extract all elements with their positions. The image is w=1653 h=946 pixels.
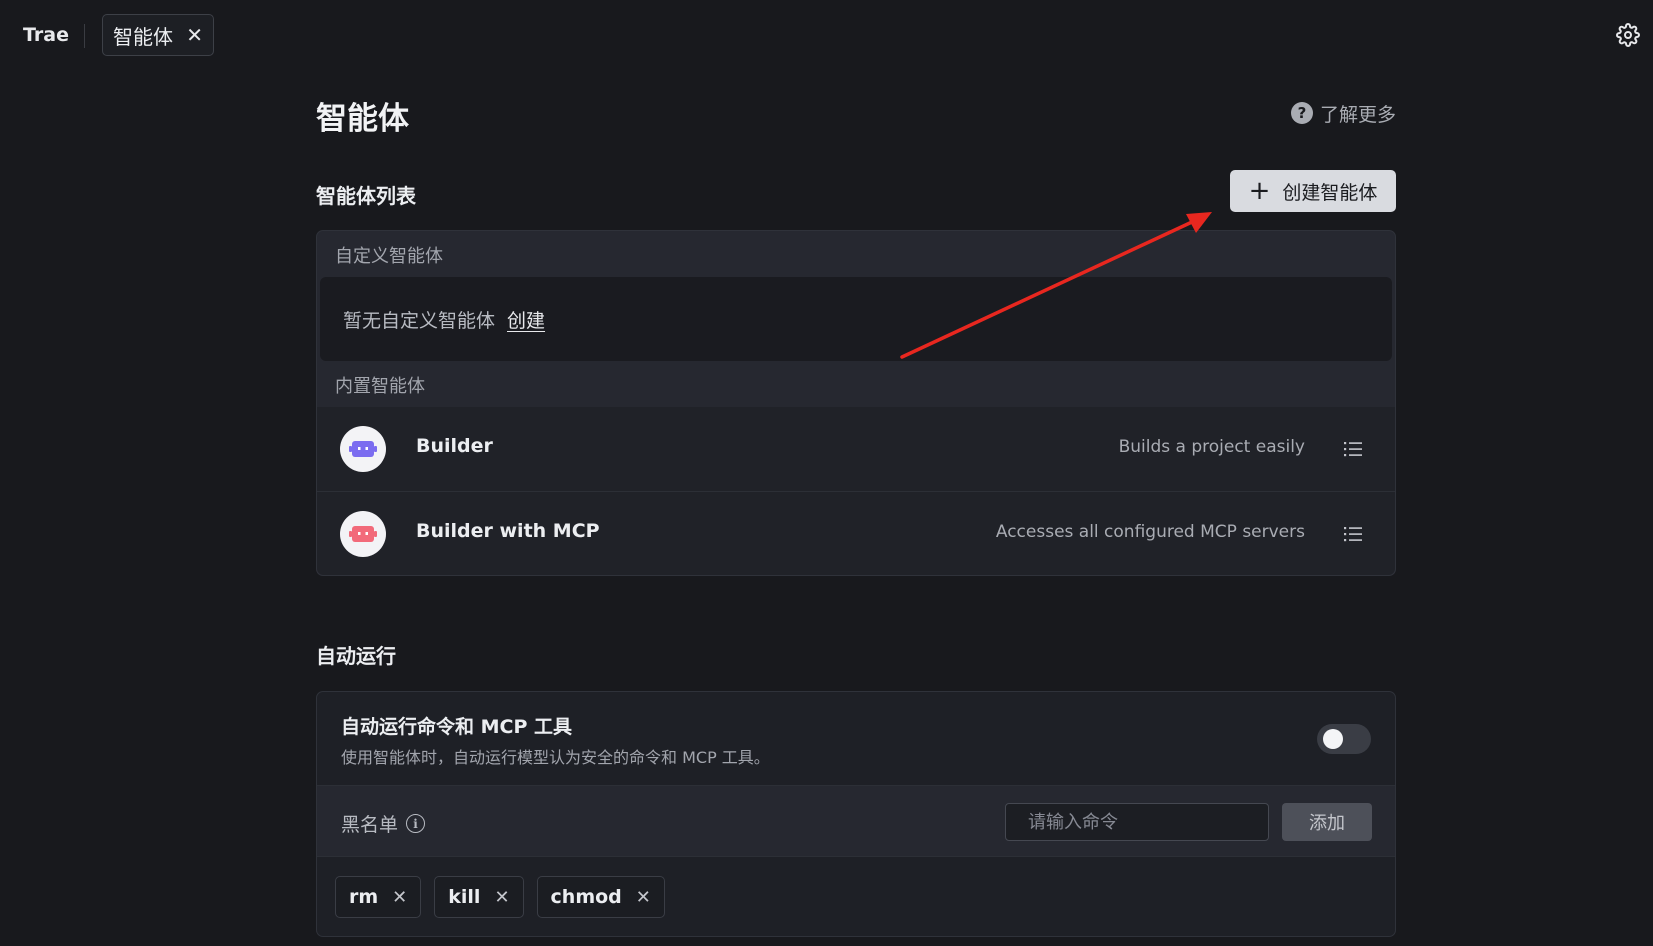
agent-name: Builder with MCP [416, 520, 600, 542]
plus-icon: + [1248, 176, 1271, 206]
blacklist-chip: kill ✕ [434, 876, 524, 918]
command-input[interactable] [1005, 803, 1269, 841]
agent-description: Builds a project easily [1118, 437, 1305, 457]
add-command-button[interactable]: 添加 [1282, 803, 1372, 841]
settings-button[interactable] [1615, 22, 1641, 48]
info-icon[interactable]: i [406, 814, 426, 833]
auto-run-heading: 自动运行 [316, 644, 396, 668]
avatar [340, 511, 386, 557]
create-agent-link[interactable]: 创建 [507, 306, 545, 333]
chip-label: kill [448, 886, 481, 908]
help-icon: ? [1290, 102, 1313, 124]
blacklist-label: 黑名单 i [341, 810, 426, 837]
create-agent-label: 创建智能体 [1282, 181, 1378, 204]
main-content: 智能体 ? 了解更多 智能体列表 + 创建智能体 自定义智能体 暂无自定义智能体… [316, 0, 1396, 946]
auto-run-description: 使用智能体时，自动运行模型认为安全的命令和 MCP 工具。 [341, 748, 770, 767]
auto-run-setting: 自动运行命令和 MCP 工具 使用智能体时，自动运行模型认为安全的命令和 MCP… [317, 692, 1395, 785]
topbar-divider [84, 24, 85, 48]
close-icon[interactable]: ✕ [392, 887, 407, 908]
agent-row-builder-with-mcp[interactable]: Builder with MCP Accesses all configured… [317, 491, 1395, 575]
builtin-agent-list: Builder Builds a project easily Builder … [317, 407, 1395, 575]
tab-label: 智能体 [113, 24, 173, 49]
agent-list-panel: 自定义智能体 暂无自定义智能体 创建 内置智能体 Builder Builds … [316, 230, 1396, 576]
toggle-knob [1323, 729, 1343, 749]
gear-icon [1616, 23, 1640, 47]
empty-state-text: 暂无自定义智能体 [343, 309, 496, 332]
agent-list-heading: 智能体列表 [316, 184, 416, 208]
tab-agents[interactable]: 智能体 ✕ [102, 14, 214, 56]
app-title: Trae [23, 24, 69, 46]
custom-agents-empty-state: 暂无自定义智能体 创建 [320, 277, 1392, 361]
robot-icon [349, 441, 377, 457]
auto-run-title: 自动运行命令和 MCP 工具 [341, 716, 573, 738]
blacklist-chip: rm ✕ [335, 876, 422, 918]
agent-name: Builder [416, 435, 493, 457]
blacklist-chips: rm ✕ kill ✕ chmod ✕ [335, 876, 665, 918]
chip-label: rm [349, 886, 379, 908]
page-title: 智能体 [316, 101, 409, 137]
robot-icon [349, 526, 377, 542]
close-icon[interactable]: ✕ [636, 887, 651, 908]
learn-more-label: 了解更多 [1319, 103, 1396, 126]
close-icon[interactable]: ✕ [186, 23, 203, 47]
chip-label: chmod [550, 886, 622, 908]
builtin-agents-label: 内置智能体 [335, 376, 425, 397]
avatar [340, 426, 386, 472]
list-icon[interactable] [1343, 439, 1363, 459]
blacklist-label-text: 黑名单 [341, 814, 399, 836]
blacklist-chip: chmod ✕ [536, 876, 665, 918]
auto-run-panel: 自动运行命令和 MCP 工具 使用智能体时，自动运行模型认为安全的命令和 MCP… [316, 691, 1396, 937]
agent-description: Accesses all configured MCP servers [995, 522, 1305, 542]
close-icon[interactable]: ✕ [494, 887, 509, 908]
agents-settings-window: Trae 智能体 ✕ 智能体 ? 了解更多 智能体列表 + 创建智能体 自定义智… [0, 0, 1653, 946]
blacklist-row: 黑名单 i 添加 [317, 785, 1395, 857]
custom-agents-label: 自定义智能体 [335, 246, 443, 267]
auto-run-toggle[interactable] [1317, 724, 1371, 754]
learn-more-link[interactable]: ? 了解更多 [1290, 100, 1396, 126]
list-icon[interactable] [1343, 524, 1363, 544]
create-agent-button[interactable]: + 创建智能体 [1230, 170, 1396, 212]
agent-row-builder[interactable]: Builder Builds a project easily [317, 407, 1395, 491]
